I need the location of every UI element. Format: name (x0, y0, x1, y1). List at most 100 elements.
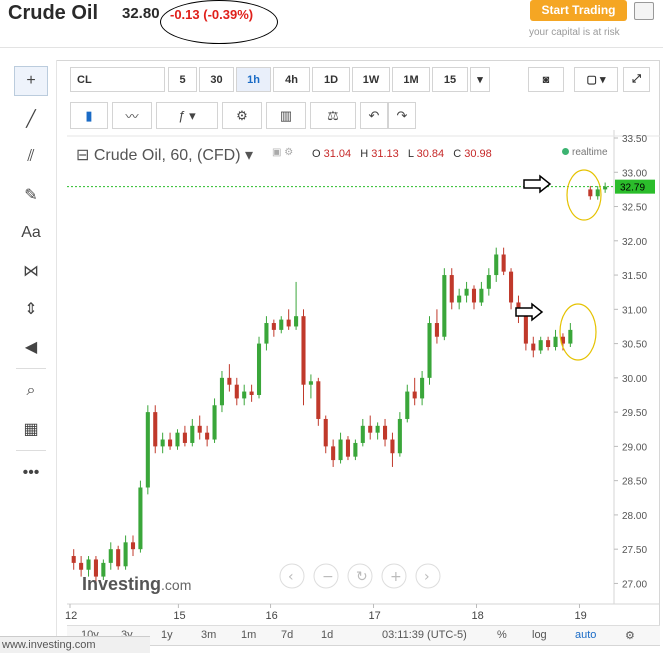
candle (553, 336, 558, 348)
candle (464, 288, 469, 296)
candle (486, 275, 491, 289)
range-7d[interactable]: 7d (281, 629, 293, 641)
candle (168, 439, 173, 447)
scale-settings-icon[interactable]: ⚙ (625, 629, 635, 642)
realtime-dot (562, 148, 569, 155)
candle (182, 432, 187, 443)
candle (138, 487, 143, 550)
candle (390, 439, 395, 454)
candle (160, 439, 165, 447)
x-tick-label: 15 (173, 610, 185, 622)
last-price-tag-label: 32.79 (620, 183, 645, 194)
candle (375, 425, 380, 433)
realtime-label: realtime (572, 147, 608, 158)
y-tick-label: 29.00 (622, 442, 647, 453)
candle (427, 323, 432, 378)
candle (338, 439, 343, 461)
legend-dropdown-icon[interactable]: ▾ (241, 147, 253, 164)
ohlc-readout: O 31.04 H 31.13 L 30.84 C 30.98 (312, 148, 498, 160)
candle (256, 343, 262, 395)
candle (353, 442, 358, 457)
candle (71, 556, 76, 563)
x-tick-label: 17 (369, 610, 381, 622)
candle (345, 439, 351, 457)
candle (175, 432, 180, 447)
candle (123, 542, 128, 567)
range-bar: 10y 3y 1y 3m 1m 7d 1d 03:11:39 (UTC-5) % log a… (67, 625, 660, 645)
candle (457, 295, 462, 303)
candle (568, 329, 573, 344)
zoom-in-icon-glyph: + (390, 569, 402, 585)
realtime-indicator: realtime (562, 147, 608, 158)
candle (219, 377, 224, 406)
y-tick-label: 32.00 (622, 237, 647, 248)
auto-toggle[interactable]: auto (575, 629, 596, 641)
price-plot: 27.00 27.50 28.00 28.50 29.00 29.50 30.00 30.50… (65, 130, 660, 622)
candle (368, 425, 373, 433)
range-3m[interactable]: 3m (201, 629, 216, 641)
candle (294, 316, 299, 327)
candle (108, 549, 113, 563)
y-tick-label: 31.00 (622, 305, 647, 316)
x-tick-label: 16 (266, 610, 278, 622)
candle (308, 381, 313, 385)
candle (405, 391, 410, 419)
open-label: O (312, 148, 321, 160)
candle-latest (603, 186, 608, 190)
legend-settings-icon[interactable]: ▣ ⚙ (272, 147, 293, 158)
candle (538, 340, 543, 351)
candle (449, 275, 454, 303)
x-tick-label: 18 (472, 610, 484, 622)
candle (382, 425, 388, 440)
candle (316, 381, 321, 419)
candle (212, 405, 217, 440)
candle (531, 343, 536, 351)
candle (360, 425, 365, 443)
candle (331, 446, 336, 461)
low-label: L (407, 148, 414, 160)
investing-logo: Investing.com (82, 574, 191, 595)
chevron-left-icon-glyph: ‹ (288, 569, 294, 585)
candle (234, 384, 239, 399)
range-1y[interactable]: 1y (161, 629, 173, 641)
candle (227, 377, 232, 385)
candle (434, 323, 439, 337)
log-toggle[interactable]: log (532, 629, 547, 641)
range-1m[interactable]: 1m (241, 629, 256, 641)
y-tick-label: 29.50 (622, 408, 647, 419)
series-legend: ⊟ Crude Oil, 60, (CFD) ▾ (76, 145, 253, 165)
high-value: 31.13 (371, 148, 399, 160)
close-label: C (453, 148, 462, 160)
percent-toggle[interactable]: % (497, 629, 507, 641)
candle (264, 323, 269, 344)
y-tick-label: 33.50 (622, 134, 647, 145)
candle (420, 377, 425, 399)
candle (197, 425, 202, 433)
y-tick-label: 27.00 (622, 579, 647, 590)
legend-symbol: Crude Oil, 60, (CFD) (93, 147, 241, 164)
candle (509, 271, 514, 303)
candle (145, 412, 150, 488)
annotation-circle (559, 303, 597, 361)
candle (501, 254, 506, 272)
close-value: 30.98 (464, 148, 492, 160)
y-tick-label: 30.50 (622, 340, 647, 351)
x-tick-label: 12 (65, 610, 77, 622)
candle (442, 275, 447, 337)
range-1d[interactable]: 1d (321, 629, 333, 641)
high-label: H (360, 148, 369, 160)
candle (397, 418, 402, 454)
open-value: 31.04 (323, 148, 352, 160)
candle (79, 562, 84, 570)
candle (323, 418, 328, 447)
y-tick-label: 30.00 (622, 374, 647, 385)
candle (116, 549, 121, 567)
y-tick-label: 28.50 (622, 477, 647, 488)
candle-latest (588, 189, 593, 197)
candle (86, 559, 91, 570)
y-tick-label: 28.00 (622, 511, 647, 522)
collapse-icon[interactable]: ⊟ (76, 147, 94, 164)
chart-widget: Crude Oil 32.80 -0.13 (-0.39%) Start Tra… (0, 0, 663, 653)
candle (153, 412, 158, 447)
candle (412, 391, 417, 399)
